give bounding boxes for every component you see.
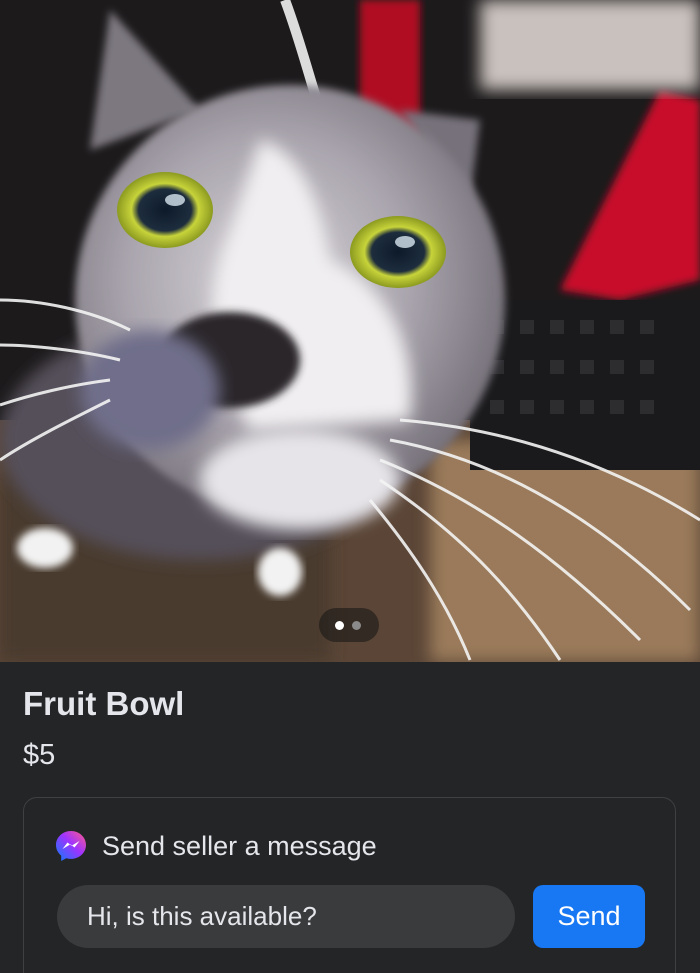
- carousel-dot: [352, 621, 361, 630]
- message-input[interactable]: [57, 885, 515, 948]
- messenger-icon: [56, 831, 86, 861]
- message-seller-card: Send seller a message Send: [23, 797, 676, 973]
- listing-title: Fruit Bowl: [23, 685, 185, 722]
- message-seller-header: Send seller a message: [54, 826, 377, 866]
- listing-photo[interactable]: [0, 0, 700, 662]
- carousel-dot-active: [335, 621, 344, 630]
- send-button[interactable]: Send: [533, 885, 645, 948]
- photo-carousel-indicator: [319, 608, 379, 642]
- listing-page: Fruit Bowl $5 Send seller a message Send: [0, 0, 700, 973]
- cat-photo-image: [0, 0, 700, 662]
- listing-price: $5: [23, 739, 56, 771]
- message-seller-label: Send seller a message: [102, 830, 377, 861]
